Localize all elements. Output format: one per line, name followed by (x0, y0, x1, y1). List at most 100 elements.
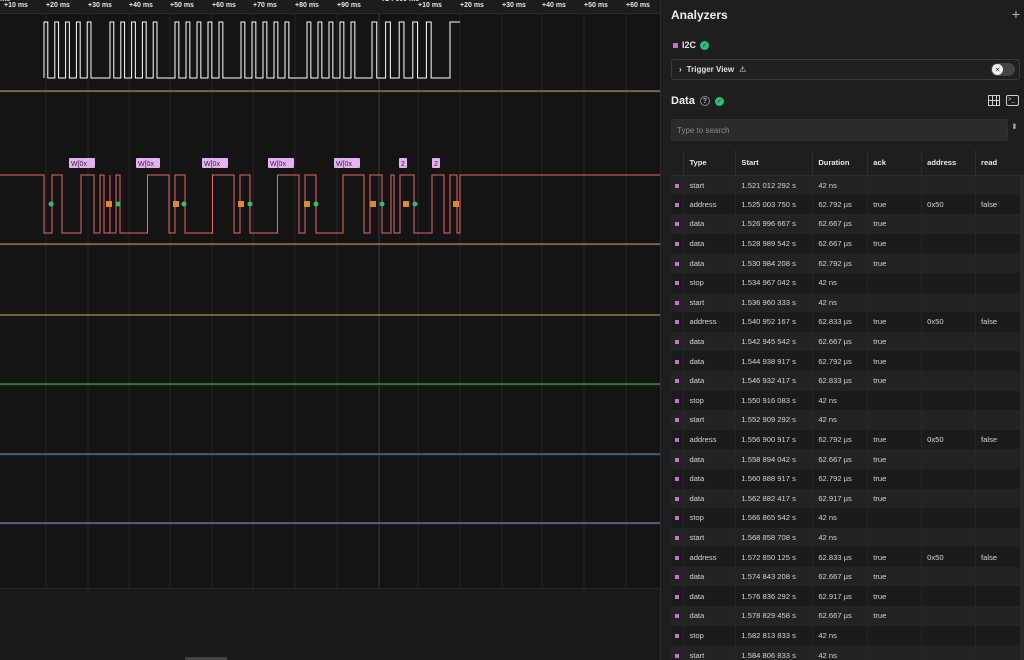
table-row[interactable]: data 1.576 836 292 s 62.917 µs true (671, 586, 1024, 607)
table-cell (921, 508, 977, 528)
start-marker (412, 201, 418, 207)
table-row[interactable]: address 1.572 850 125 s 62.833 µs true 0x50 f… (671, 547, 1024, 567)
table-row[interactable]: address 1.540 952 167 s 62.833 µs true 0x50 f… (671, 312, 1024, 332)
table-cell: address (683, 429, 737, 450)
table-view-icon[interactable] (988, 95, 1000, 106)
plus-icon: + (1011, 6, 1020, 22)
table-cell (867, 175, 923, 195)
table-cell (921, 566, 977, 587)
check-icon: ✓ (700, 40, 710, 50)
table-cell: true (867, 566, 923, 587)
table-cell: 1.534 967 042 s (735, 272, 814, 293)
table-row[interactable]: stop 1.582 813 833 s 42 ns (671, 625, 1024, 646)
table-cell (921, 233, 977, 254)
table-cell: 62.833 µs (812, 370, 869, 391)
row-marker (671, 429, 685, 450)
table-cell: true (867, 312, 923, 332)
terminal-view-icon[interactable]: >_ (1006, 95, 1019, 106)
table-row[interactable]: stop 1.550 916 083 s 42 ns (671, 390, 1024, 411)
table-cell: 42 ns (812, 527, 869, 548)
column-header[interactable]: Type (683, 150, 737, 176)
column-header-marker (671, 150, 685, 176)
table-cell: true (867, 586, 923, 607)
protocol-label-text: 2 (401, 161, 405, 168)
table-row[interactable]: data 1.560 888 917 s 62.792 µs true (671, 468, 1024, 489)
row-marker (671, 488, 685, 509)
table-row[interactable]: start 1.584 806 833 s 42 ns (671, 645, 1024, 660)
row-marker (671, 566, 685, 587)
table-cell (975, 508, 1024, 528)
table-row[interactable]: data 1.542 945 542 s 62.667 µs true (671, 331, 1024, 352)
table-cell: true (867, 214, 923, 234)
table-row[interactable]: data 1.544 938 917 s 62.792 µs true (671, 351, 1024, 371)
table-row[interactable]: data 1.526 996 667 s 62.667 µs true (671, 214, 1024, 234)
waveform-view[interactable]: +10 ms +20 ms +30 ms +40 ms +50 ms +60 ms +70 … (0, 0, 660, 660)
table-cell (975, 527, 1024, 548)
table-row[interactable]: start 1.521 012 292 s 42 ns (671, 175, 1024, 195)
table-header: Type Start Duration ack address read (671, 150, 1024, 176)
table-cell (975, 449, 1024, 469)
table-cell: 0x50 (921, 194, 977, 215)
table-cell (975, 292, 1024, 313)
table-cell (867, 390, 923, 411)
table-row[interactable]: start 1.568 858 708 s 42 ns (671, 527, 1024, 548)
table-cell: data (683, 370, 737, 391)
table-cell (867, 292, 923, 313)
table-row[interactable]: address 1.525 003 750 s 62.792 µs true 0x50 f… (671, 194, 1024, 215)
table-row[interactable]: data 1.562 882 417 s 62.917 µs true (671, 488, 1024, 509)
table-cell (975, 645, 1024, 660)
row-color-swatch (675, 594, 679, 599)
help-icon[interactable]: ? (699, 96, 710, 106)
chevron-right-icon: › (679, 65, 682, 74)
column-header[interactable]: read (975, 150, 1024, 176)
table-row[interactable]: data 1.558 894 042 s 62.667 µs true (671, 449, 1024, 469)
table-cell (867, 625, 923, 646)
table-cell: stop (683, 508, 737, 528)
table-cell (975, 606, 1024, 626)
table-row[interactable]: start 1.552 909 292 s 42 ns (671, 410, 1024, 430)
table-cell (921, 390, 977, 411)
vertical-scrollbar[interactable] (1020, 175, 1024, 660)
analyzers-panel: Analyzers + I2C ✓ › Trigger View ⚠ ✕ Dat… (660, 0, 1024, 660)
row-marker (671, 214, 685, 234)
column-header[interactable]: address (921, 150, 977, 176)
table-cell (975, 351, 1024, 371)
column-header[interactable]: Duration (812, 150, 869, 176)
table-cell (921, 175, 977, 195)
table-row[interactable]: data 1.578 829 458 s 62.667 µs true (671, 606, 1024, 626)
table-row[interactable]: data 1.574 843 208 s 62.667 µs true (671, 566, 1024, 587)
more-options-icon[interactable]: ••• (1008, 123, 1019, 128)
table-cell (975, 488, 1024, 509)
table-cell: data (683, 214, 737, 234)
table-row[interactable]: address 1.556 900 917 s 62.792 µs true 0x50 f… (671, 429, 1024, 450)
trigger-view-switch[interactable]: ✕ (991, 63, 1015, 76)
close-icon: ✕ (992, 64, 1003, 75)
column-header[interactable]: Start (735, 150, 814, 176)
table-cell: true (867, 429, 923, 450)
table-row[interactable]: data 1.546 932 417 s 62.833 µs true (671, 370, 1024, 391)
table-cell (921, 214, 977, 234)
table-cell: 1.542 945 542 s (735, 331, 814, 352)
table-row[interactable]: stop 1.566 865 542 s 42 ns (671, 508, 1024, 528)
analyzer-item-i2c[interactable]: I2C ✓ (673, 40, 710, 50)
add-analyzer-button[interactable]: + (1012, 6, 1020, 22)
table-cell: stop (683, 625, 737, 646)
table-cell: 1.528 989 542 s (735, 233, 814, 254)
table-cell: 62.792 µs (812, 429, 869, 450)
table-row[interactable]: stop 1.534 967 042 s 42 ns (671, 272, 1024, 293)
table-cell: true (867, 253, 923, 273)
table-cell (975, 586, 1024, 607)
stop-marker (403, 201, 409, 207)
table-cell: 62.667 µs (812, 449, 869, 469)
table-row[interactable]: data 1.528 989 542 s 62.667 µs true (671, 233, 1024, 254)
column-header[interactable]: ack (867, 150, 923, 176)
trigger-view-toggle-row[interactable]: › Trigger View ⚠ ✕ (671, 59, 1020, 80)
table-row[interactable]: data 1.530 984 208 s 62.792 µs true (671, 253, 1024, 273)
table-cell: 62.917 µs (812, 586, 869, 607)
row-marker (671, 508, 685, 528)
table-cell: data (683, 449, 737, 469)
table-row[interactable]: start 1.536 960 333 s 42 ns (671, 292, 1024, 313)
table-cell (975, 625, 1024, 646)
row-color-swatch (675, 653, 679, 658)
search-input[interactable] (671, 119, 1008, 141)
